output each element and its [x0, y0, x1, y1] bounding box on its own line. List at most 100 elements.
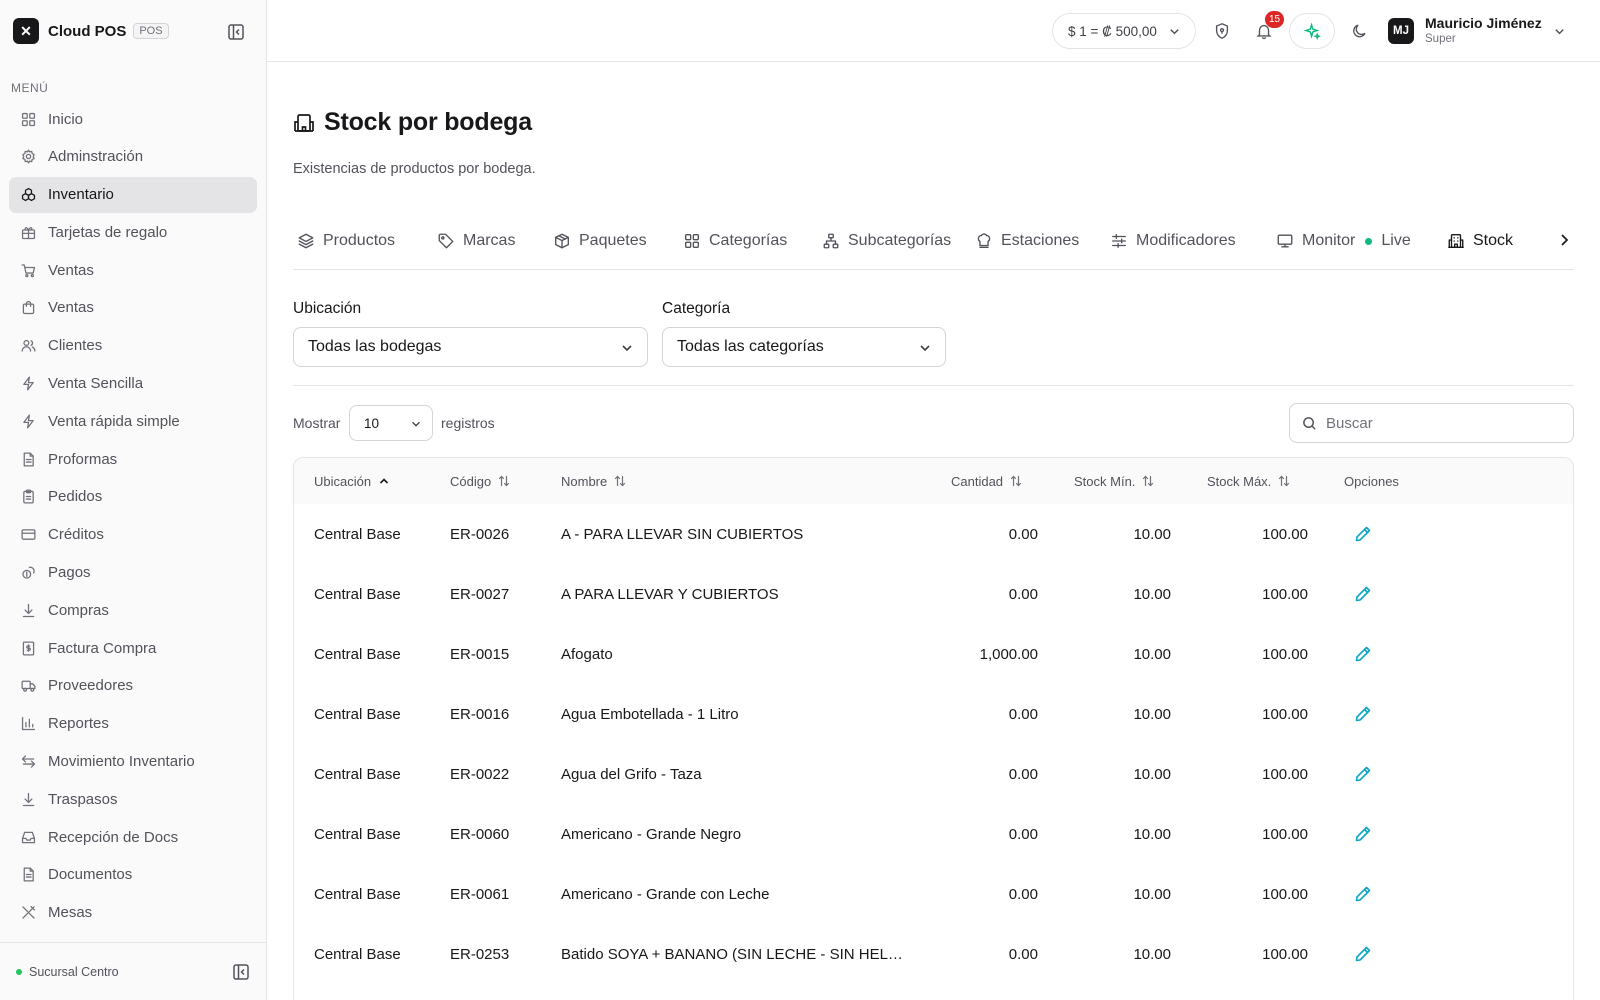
shield-icon[interactable]: [1213, 22, 1231, 40]
tab-modificadores[interactable]: Modificadores: [1106, 212, 1272, 269]
search-input[interactable]: [1326, 404, 1566, 442]
column-header-ubicación[interactable]: Ubicación: [294, 458, 430, 504]
sidebar-item-movimiento-inventario[interactable]: Movimiento Inventario: [9, 744, 257, 780]
pencil-icon[interactable]: [1353, 644, 1373, 664]
bar-chart-icon: [20, 715, 37, 732]
sort-icon: [1010, 475, 1022, 487]
tab-subcategorías[interactable]: Subcategorías: [818, 212, 971, 269]
tab-label: Subcategorías: [848, 232, 952, 249]
pencil-icon[interactable]: [1353, 704, 1373, 724]
cell-options: [1324, 624, 1573, 684]
cell-options: [1324, 864, 1573, 924]
column-header-nombre[interactable]: Nombre: [541, 458, 931, 504]
tab-label: Estaciones: [1001, 232, 1080, 249]
sidebar-item-proveedores[interactable]: Proveedores: [9, 668, 257, 704]
tab-paquetes[interactable]: Paquetes: [549, 212, 679, 269]
location-select[interactable]: Todas las bodegas: [293, 327, 648, 367]
sidebar-item-pagos[interactable]: Pagos: [9, 555, 257, 591]
sidebar-item-ventas[interactable]: Ventas: [9, 252, 257, 288]
branch-status-dot: [16, 968, 22, 975]
sidebar-item-label: Proformas: [48, 450, 118, 468]
ai-assistant-button[interactable]: [1289, 13, 1335, 49]
cell-stock-min: 10.00: [1133, 765, 1171, 783]
sidebar-item-mesas[interactable]: Mesas: [9, 895, 257, 931]
chevron-down-icon: [620, 341, 634, 355]
tab-label: Marcas: [463, 232, 516, 249]
sidebar-item-label: Factura Compra: [48, 639, 157, 657]
cell-location: Central Base: [314, 765, 401, 783]
pencil-icon[interactable]: [1353, 764, 1373, 784]
chevron-down-icon[interactable]: [1553, 25, 1566, 38]
sort-icon: [614, 475, 626, 487]
page-size-select[interactable]: 10: [349, 405, 433, 441]
column-header-cantidad[interactable]: Cantidad: [931, 458, 1054, 504]
cell-stock-min: 10.00: [1133, 585, 1171, 603]
column-header-stock-máx[interactable]: Stock Máx.: [1187, 458, 1324, 504]
category-select[interactable]: Todas las categorías: [662, 327, 946, 367]
sidebar-item-créditos[interactable]: Créditos: [9, 517, 257, 553]
pencil-icon[interactable]: [1353, 824, 1373, 844]
sliders-icon: [1110, 232, 1128, 250]
sidebar-item-adminstración[interactable]: Adminstración: [9, 139, 257, 175]
bolt-icon: [20, 413, 37, 430]
footer-collapse-icon[interactable]: [231, 962, 251, 982]
chevron-right-icon[interactable]: [1556, 232, 1572, 248]
sidebar-item-compras[interactable]: Compras: [9, 592, 257, 628]
bolt-icon: [20, 375, 37, 392]
cell-location: Central Base: [314, 585, 401, 603]
sidebar-item-factura-compra[interactable]: Factura Compra: [9, 630, 257, 666]
sidebar-item-proformas[interactable]: Proformas: [9, 441, 257, 477]
sidebar-item-clientes[interactable]: Clientes: [9, 328, 257, 364]
cell-options: [1324, 804, 1573, 864]
sidebar-item-label: Ventas: [48, 261, 94, 279]
tab-marcas[interactable]: Marcas: [433, 212, 549, 269]
records-label: registros: [441, 415, 495, 431]
sidebar-collapse-icon[interactable]: [226, 22, 246, 42]
sidebar-item-pedidos[interactable]: Pedidos: [9, 479, 257, 515]
cell-location: Central Base: [314, 825, 401, 843]
search-box: [1289, 403, 1574, 443]
avatar[interactable]: MJ: [1388, 18, 1414, 44]
sidebar-item-inventario[interactable]: Inventario: [9, 176, 257, 213]
tab-estaciones[interactable]: Estaciones: [971, 212, 1106, 269]
sidebar-item-ventas[interactable]: Ventas: [9, 290, 257, 326]
column-header-stock-mín[interactable]: Stock Mín.: [1054, 458, 1187, 504]
tab-label: Monitor: [1302, 232, 1356, 249]
download-icon: [20, 791, 37, 808]
pencil-icon[interactable]: [1353, 524, 1373, 544]
column-header-código[interactable]: Código: [430, 458, 541, 504]
pencil-icon[interactable]: [1353, 944, 1373, 964]
column-header-label: Ubicación: [314, 473, 372, 489]
sidebar-footer[interactable]: Sucursal Centro: [0, 942, 267, 1000]
sidebar-item-label: Adminstración: [48, 148, 144, 166]
exchange-rate-selector[interactable]: $ 1 = ₡ 500,00: [1052, 13, 1196, 49]
sidebar-item-inicio[interactable]: Inicio: [9, 101, 257, 137]
sidebar-item-venta-sencilla[interactable]: Venta Sencilla: [9, 366, 257, 402]
cell-code: ER-0060: [450, 825, 510, 843]
cell-stock-max: 100.00: [1262, 585, 1308, 603]
sidebar-item-label: Ventas: [48, 299, 94, 317]
table-header-row: Ubicación Código Nombre Cantidad Stock Mín. S…: [294, 458, 1573, 504]
user-name[interactable]: Mauricio Jiménez: [1425, 15, 1542, 31]
sidebar-item-tarjetas-de-regalo[interactable]: Tarjetas de regalo: [9, 214, 257, 250]
pencil-icon[interactable]: [1353, 884, 1373, 904]
user-role: Super: [1425, 33, 1456, 45]
sidebar-item-reportes[interactable]: Reportes: [9, 706, 257, 742]
tab-monitor[interactable]: Monitor Live: [1272, 212, 1443, 269]
cell-stock-min: 10.00: [1133, 945, 1171, 963]
tab-productos[interactable]: Productos: [293, 212, 433, 269]
cart-icon: [20, 262, 37, 279]
brand-logo: ✕: [13, 18, 39, 44]
stock-table-container: Ubicación Código Nombre Cantidad Stock Mín. S…: [293, 457, 1574, 1000]
chevron-down-icon: [918, 341, 932, 355]
sidebar-item-recepción-de-docs[interactable]: Recepción de Docs: [9, 819, 257, 855]
moon-icon[interactable]: [1351, 22, 1369, 40]
tab-categorías[interactable]: Categorías: [679, 212, 818, 269]
column-header-label: Stock Máx.: [1207, 473, 1272, 489]
document-icon: [20, 451, 37, 468]
sidebar-item-venta-rápida-simple[interactable]: Venta rápida simple: [9, 403, 257, 439]
pencil-icon[interactable]: [1353, 584, 1373, 604]
sidebar-item-documentos[interactable]: Documentos: [9, 857, 257, 893]
sidebar-item-traspasos[interactable]: Traspasos: [9, 781, 257, 817]
cell-stock-max: 100.00: [1262, 645, 1308, 663]
